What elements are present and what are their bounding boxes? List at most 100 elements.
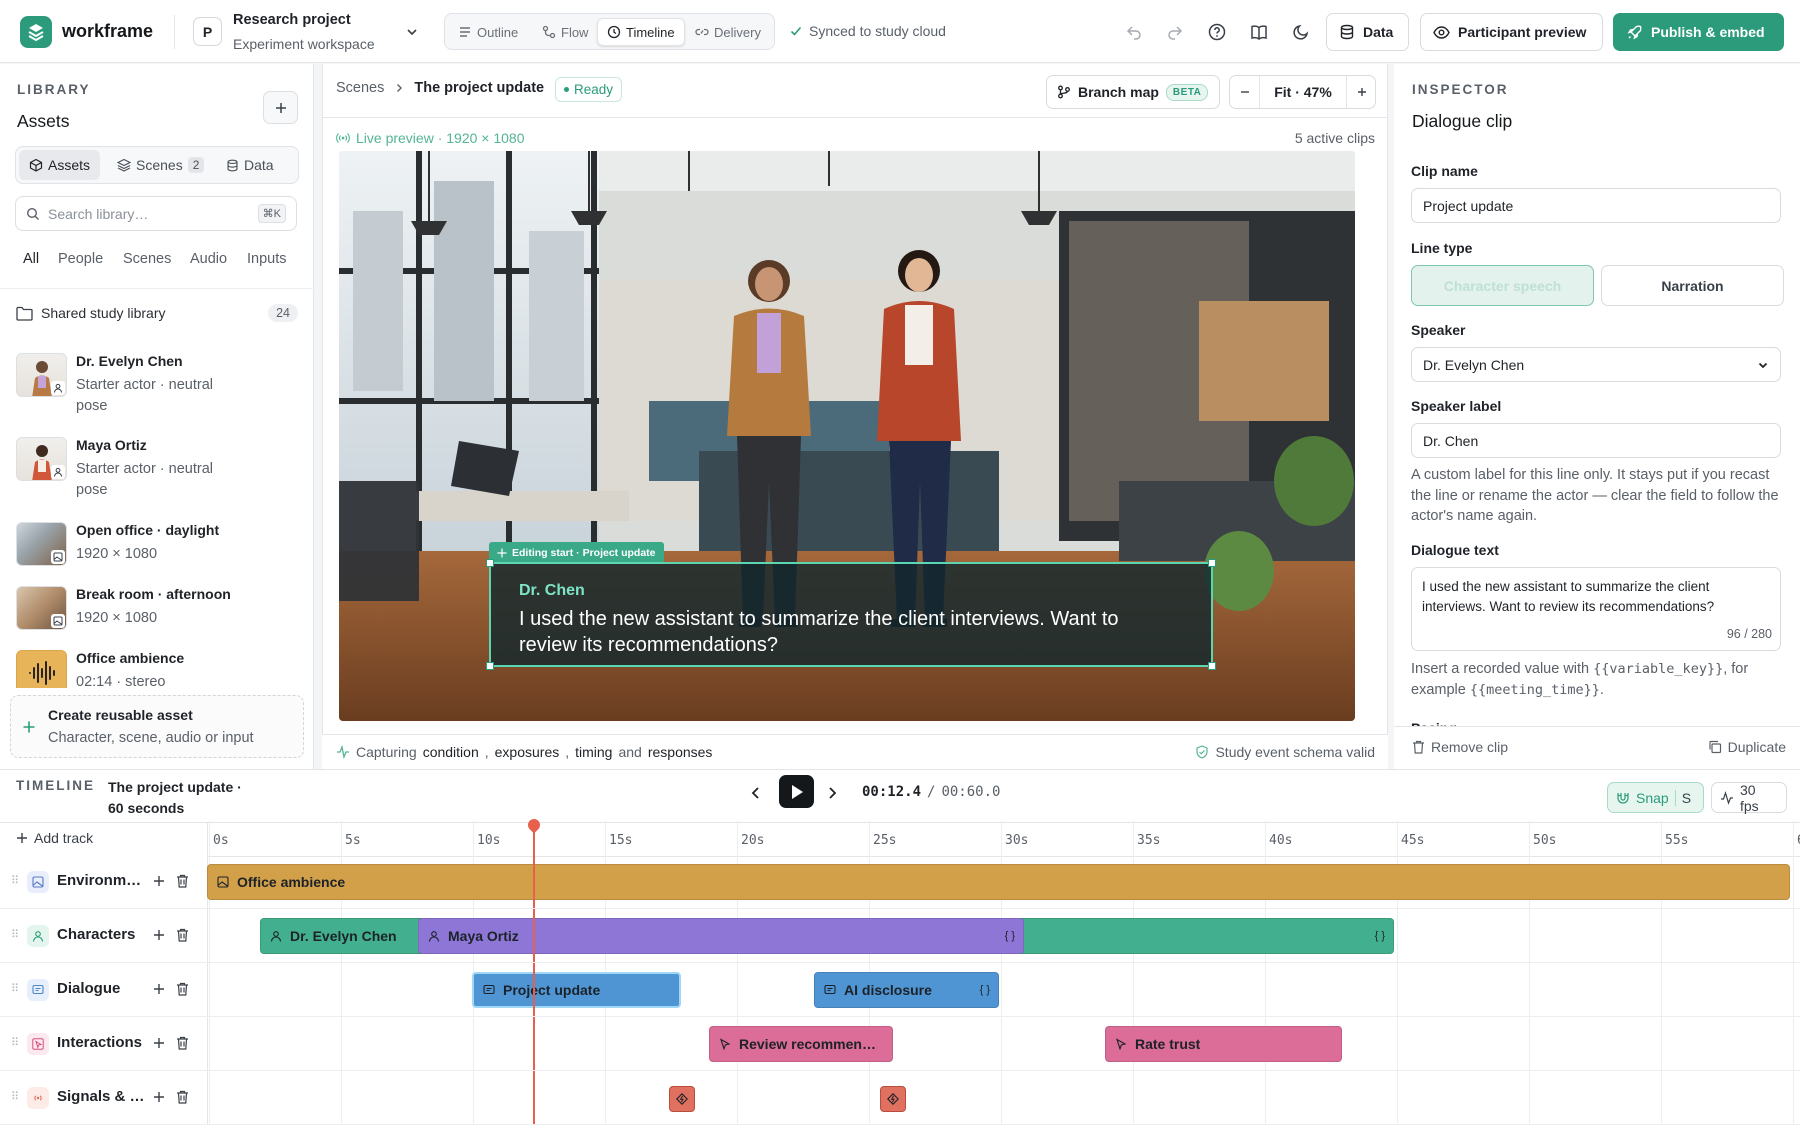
add-track-button[interactable]: Add track [16,830,93,846]
timeline-title: The project update · 60 seconds [108,779,242,816]
live-preview-label: Live preview · 1920 × 1080 [336,130,525,146]
trash-icon[interactable] [176,1090,189,1104]
data-button-label: Data [1363,24,1394,40]
search-shortcut: ⌘K [257,204,286,223]
filter-audio[interactable]: Audio [190,251,227,267]
view-switcher: Outline Flow Timeline Delivery [444,13,775,50]
signal-icon [27,1087,49,1109]
next-icon[interactable] [824,785,840,801]
tab-data[interactable]: Data [216,150,284,180]
add-clip-icon[interactable] [153,875,165,887]
previous-icon[interactable] [748,785,764,801]
data-button[interactable]: Data [1326,13,1409,51]
library-search-input[interactable]: Search library… ⌘K [15,196,297,231]
publish-embed-label: Publish & embed [1651,24,1765,40]
dark-mode-icon[interactable] [1286,17,1316,47]
clip-project-update[interactable]: Project update [472,972,681,1008]
shared-library-folder[interactable]: Shared study library 24 [16,303,298,323]
line-type-narration[interactable]: Narration [1601,265,1784,306]
filter-all[interactable]: All [23,251,39,267]
speaker-select[interactable]: Dr. Evelyn Chen [1411,347,1781,382]
clip-ai-disclosure[interactable]: AI disclosure { } [814,972,999,1008]
clip-maya-ortiz[interactable]: Maya Ortiz { } [418,918,1024,954]
help-icon[interactable] [1202,17,1232,47]
trash-icon[interactable] [176,1036,189,1050]
add-asset-button[interactable] [263,91,298,124]
filter-inputs[interactable]: Inputs [247,251,287,267]
zoom-in-button[interactable] [1346,76,1376,108]
add-clip-icon[interactable] [153,1091,165,1103]
breadcrumb-root[interactable]: Scenes [336,80,384,96]
track-name: Dialogue [57,980,121,997]
chevron-down-icon[interactable] [405,25,419,39]
add-clip-icon[interactable] [153,1037,165,1049]
drag-handle-icon[interactable]: ⠿ [11,1090,19,1103]
resize-handle[interactable] [1208,662,1216,670]
clip-office-ambience[interactable]: Office ambience [207,864,1790,900]
trash-icon[interactable] [176,982,189,996]
duplicate-clip-button[interactable]: Duplicate [1708,739,1786,755]
project-avatar[interactable]: P [193,17,222,46]
trash-icon[interactable] [176,874,189,888]
branch-map-button[interactable]: Branch map BETA [1046,75,1220,109]
snap-toggle[interactable]: Snap S [1607,782,1704,813]
redo-icon[interactable] [1160,17,1190,47]
track-header[interactable]: ⠿ Interactions [0,1017,207,1071]
track-header[interactable]: ⠿ Environm… [0,855,207,909]
clip-name-input[interactable]: Project update [1411,188,1781,223]
publish-embed-button[interactable]: Publish & embed [1613,13,1784,51]
signal-marker[interactable] [669,1086,695,1112]
asset-item[interactable]: Dr. Evelyn Chen Starter actor · neutral … [16,353,298,423]
drag-handle-icon[interactable]: ⠿ [11,874,19,887]
line-type-character-speech[interactable]: Character speech [1411,265,1594,306]
tab-delivery[interactable]: Delivery [686,18,770,46]
zoom-level[interactable]: Fit · 47% [1260,76,1346,108]
drag-handle-icon[interactable]: ⠿ [11,982,19,995]
actor-thumbnail [16,353,67,397]
track-header[interactable]: ⠿ Signals & … [0,1071,207,1125]
tab-assets[interactable]: Assets [19,150,101,180]
asset-item[interactable]: Office ambience 02:14 · stereo [16,650,298,688]
asset-item[interactable]: Open office · daylight 1920 × 1080 [16,522,298,570]
asset-meta: Starter actor · neutral pose [76,461,213,498]
tab-outline[interactable]: Outline [449,18,527,46]
clip-review-recommendations[interactable]: Review recommen… [709,1026,893,1062]
track-header[interactable]: ⠿ Characters [0,909,207,963]
add-clip-icon[interactable] [153,983,165,995]
library-tabs: Assets Scenes 2 Data [15,146,299,184]
tab-flow[interactable]: Flow [533,18,597,46]
play-button[interactable] [779,775,814,808]
signal-marker[interactable] [880,1086,906,1112]
participant-preview-button[interactable]: Participant preview [1420,13,1603,51]
create-asset-button[interactable]: Create reusable asset Character, scene, … [10,695,304,758]
tab-timeline[interactable]: Timeline [597,18,685,46]
project-title[interactable]: Research project [233,12,351,28]
resize-handle[interactable] [1208,559,1216,567]
resize-handle[interactable] [486,559,494,567]
clip-rate-trust[interactable]: Rate trust [1105,1026,1342,1062]
filter-scenes[interactable]: Scenes [123,251,171,267]
tab-scenes[interactable]: Scenes 2 [107,150,214,180]
zoom-out-button[interactable] [1230,76,1260,108]
resize-handle[interactable] [486,662,494,670]
playhead[interactable] [533,820,535,1125]
book-icon[interactable] [1244,17,1274,47]
trash-icon[interactable] [176,928,189,942]
trash-icon [1412,740,1425,754]
remove-clip-button[interactable]: Remove clip [1412,739,1508,755]
fps-select[interactable]: 30 fps [1711,782,1787,814]
add-clip-icon[interactable] [153,929,165,941]
status-label: Ready [574,82,614,97]
drag-handle-icon[interactable]: ⠿ [11,1036,19,1049]
asset-item[interactable]: Maya Ortiz Starter actor · neutral pose [16,437,298,507]
filter-people[interactable]: People [58,251,103,267]
workframe-logo-icon[interactable] [20,16,52,48]
track-header[interactable]: ⠿ Dialogue [0,963,207,1017]
variable-token: {{variable_key}} [1593,661,1724,677]
drag-handle-icon[interactable]: ⠿ [11,928,19,941]
asset-item[interactable]: Break room · afternoon 1920 × 1080 [16,586,298,634]
speaker-label-input[interactable]: Dr. Chen [1411,423,1781,458]
dialogue-caption-box[interactable]: Dr. Chen I used the new assistant to sum… [486,559,1216,670]
undo-icon[interactable] [1119,17,1149,47]
dialogue-textarea[interactable]: I used the new assistant to summarize th… [1411,567,1781,651]
